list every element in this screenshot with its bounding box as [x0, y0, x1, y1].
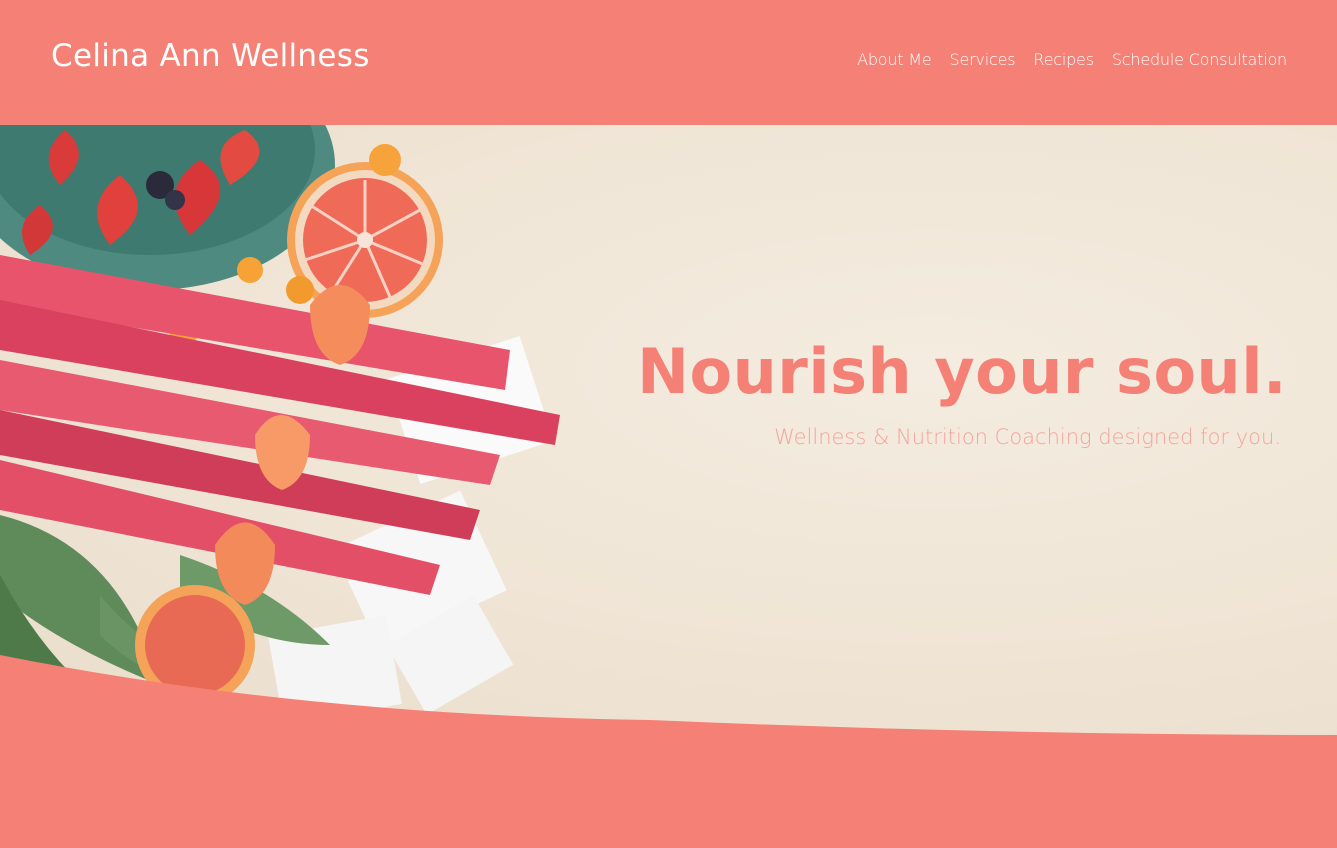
main-nav: About Me Services Recipes Schedule Consu… [857, 50, 1287, 69]
nav-recipes[interactable]: Recipes [1033, 50, 1094, 69]
nav-about-me[interactable]: About Me [857, 50, 932, 69]
wave-divider [0, 655, 1337, 848]
hero-headline: Nourish your soul. [637, 335, 1287, 408]
nav-services[interactable]: Services [950, 50, 1016, 69]
nav-schedule-consultation[interactable]: Schedule Consultation [1112, 50, 1287, 69]
site-header: Celina Ann Wellness About Me Services Re… [0, 0, 1337, 125]
site-logo[interactable]: Celina Ann Wellness [51, 38, 370, 74]
hero-subheadline: Wellness & Nutrition Coaching designed f… [774, 425, 1281, 449]
